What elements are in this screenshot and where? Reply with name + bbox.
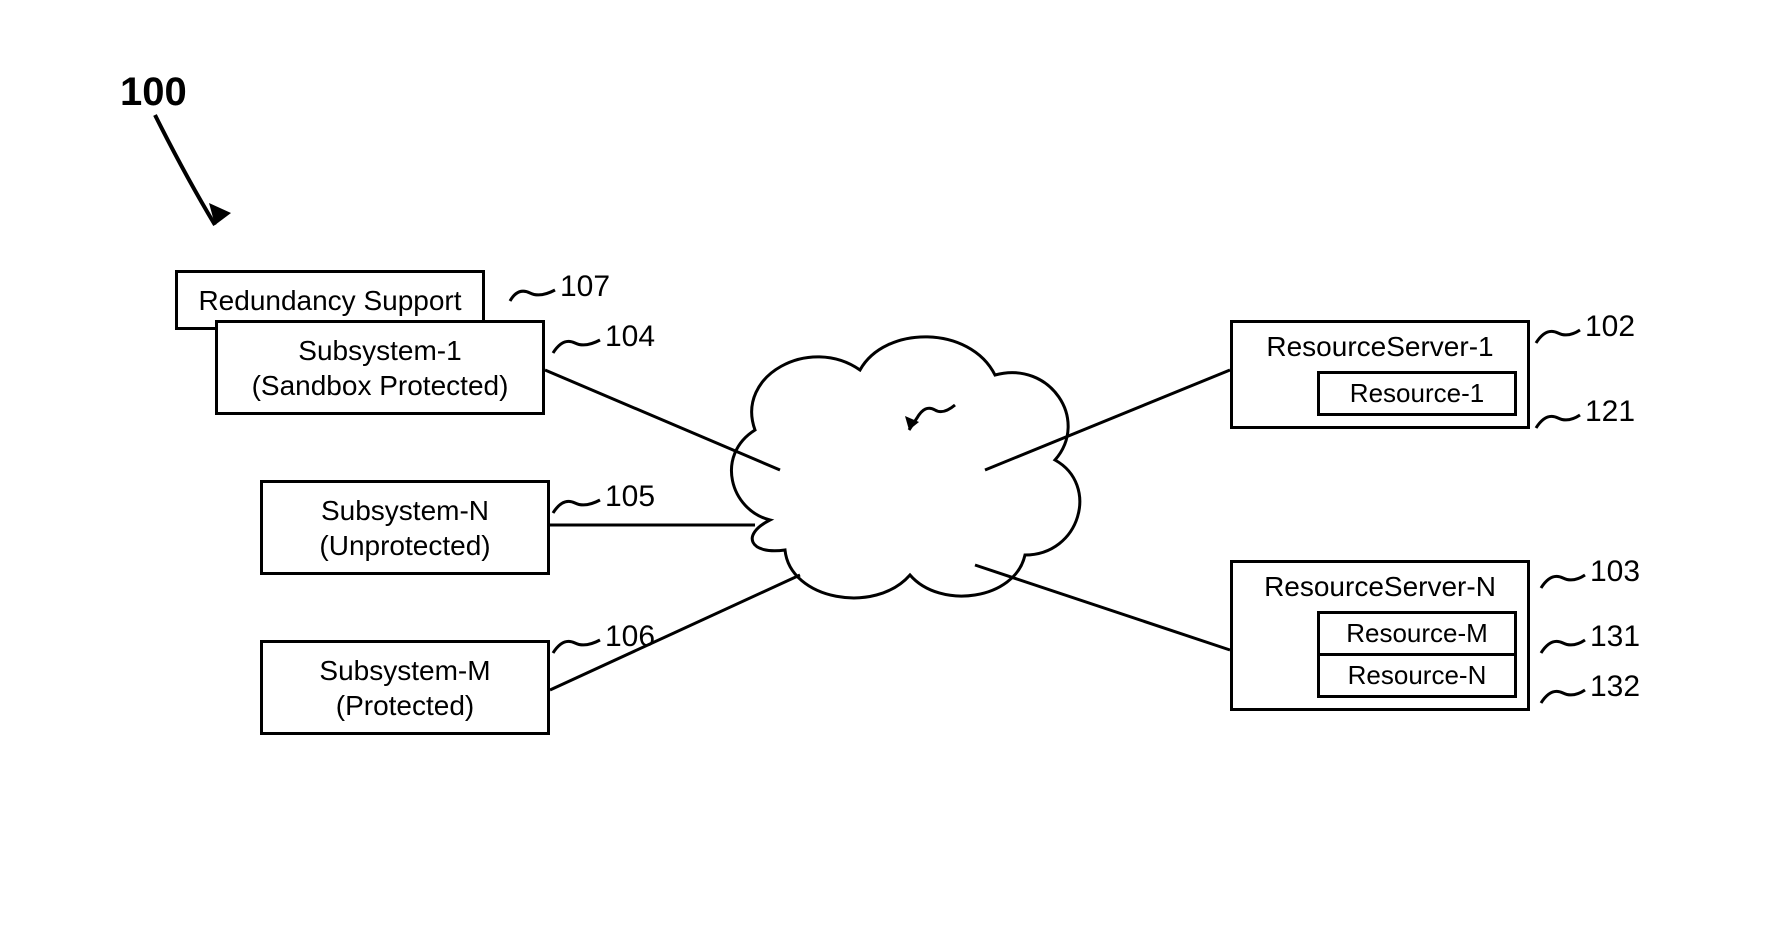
refnum-131: 131 <box>1590 620 1640 654</box>
redundancy-label: Redundancy Support <box>198 283 461 318</box>
box-resource-server-n: ResourceServer-N Resource-M Resource-N <box>1230 560 1530 711</box>
serverN-resource-n: Resource-N <box>1317 653 1517 698</box>
connector-subsystem1-cloud <box>545 370 780 470</box>
leader-132 <box>1541 690 1585 703</box>
box-resource-server-1: ResourceServer-1 Resource-1 <box>1230 320 1530 429</box>
refnum-102: 102 <box>1585 310 1635 344</box>
leader-121 <box>1536 415 1580 428</box>
subsystemN-line2: (Unprotected) <box>319 528 490 563</box>
leader-101-head <box>905 416 919 430</box>
subsystem1-line1: Subsystem-1 <box>298 333 461 368</box>
refnum-104: 104 <box>605 320 655 354</box>
refnum-106: 106 <box>605 620 655 654</box>
subsystemM-line1: Subsystem-M <box>319 653 490 688</box>
leader-101 <box>909 405 955 430</box>
refnum-132: 132 <box>1590 670 1640 704</box>
server1-title: ResourceServer-1 <box>1243 331 1517 363</box>
title-arrow-shaft <box>155 115 215 225</box>
figure-ref-100: 100 <box>120 70 187 115</box>
cloud-text: External Network (Internet) <box>790 470 960 571</box>
box-subsystem-n: Subsystem-N (Unprotected) <box>260 480 550 575</box>
refnum-107: 107 <box>560 270 610 304</box>
cloud-line2: Network <box>790 504 960 538</box>
refnum-103: 103 <box>1590 555 1640 589</box>
leader-107 <box>510 290 555 301</box>
cloud-line3: (Internet) <box>790 537 960 571</box>
diagram-stage: 100 Redundancy Support Subsystem-1 (Sand… <box>0 0 1782 946</box>
leader-103 <box>1541 575 1585 588</box>
cloud-line1: External <box>790 470 960 504</box>
refnum-121: 121 <box>1585 395 1635 429</box>
subsystemN-line1: Subsystem-N <box>321 493 489 528</box>
server1-resource-1: Resource-1 <box>1317 371 1517 416</box>
serverN-title: ResourceServer-N <box>1243 571 1517 603</box>
leader-105 <box>553 500 600 513</box>
title-arrow-head <box>209 203 231 225</box>
connector-cloud-serverN <box>975 565 1230 650</box>
connector-subsystemM-cloud <box>550 575 800 690</box>
leader-131 <box>1541 640 1585 653</box>
refnum-101: 101 <box>960 385 1010 419</box>
refnum-105: 105 <box>605 480 655 514</box>
connector-cloud-server1 <box>985 370 1230 470</box>
serverN-resource-m: Resource-M <box>1317 611 1517 656</box>
box-subsystem-m: Subsystem-M (Protected) <box>260 640 550 735</box>
leader-102 <box>1536 330 1580 343</box>
subsystem1-line2: (Sandbox Protected) <box>252 368 509 403</box>
leader-106 <box>553 640 600 653</box>
subsystemM-line2: (Protected) <box>336 688 475 723</box>
box-subsystem-1: Subsystem-1 (Sandbox Protected) <box>215 320 545 415</box>
leader-104 <box>553 340 600 353</box>
